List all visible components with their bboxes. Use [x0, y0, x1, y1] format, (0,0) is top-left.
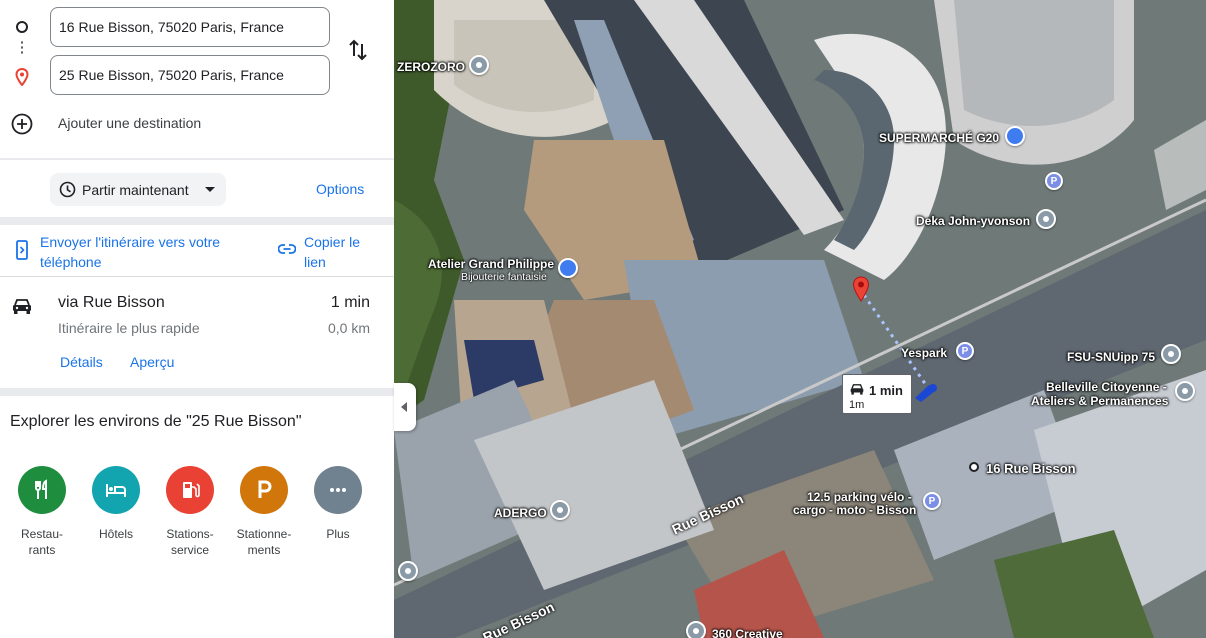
- destination-marker-icon[interactable]: [852, 276, 870, 302]
- more-icon: [314, 466, 362, 514]
- route-duration-badge[interactable]: 1 min 1m: [842, 374, 912, 414]
- destination-input[interactable]: [50, 55, 330, 95]
- add-circle-icon: [11, 113, 33, 135]
- car-icon: [13, 299, 31, 314]
- swap-vertical-icon[interactable]: [344, 36, 372, 64]
- origin-marker-icon[interactable]: [969, 462, 979, 472]
- poi-marker-icon[interactable]: [686, 621, 706, 638]
- chevron-down-icon: [205, 187, 215, 192]
- clock-icon: [59, 181, 76, 198]
- poi-marker-icon[interactable]: [1175, 381, 1195, 401]
- origin-input[interactable]: [50, 7, 330, 47]
- route-duration: 1 min: [330, 294, 370, 311]
- link-icon: [278, 244, 296, 254]
- poi-marker-icon[interactable]: [1161, 344, 1181, 364]
- category-hotels-button[interactable]: Hôtels: [80, 466, 152, 542]
- divider: [0, 276, 394, 277]
- category-gas-stations-button[interactable]: Stations- service: [154, 466, 226, 558]
- poi-marker-icon[interactable]: [469, 55, 489, 75]
- poi-label[interactable]: FSU-SNUipp 75: [1067, 350, 1155, 364]
- category-parking-button[interactable]: Stationne- ments: [228, 466, 300, 558]
- badge-duration: 1 min: [869, 383, 903, 398]
- poi-label[interactable]: Deka John-yvonson: [916, 214, 1030, 228]
- parking-marker-icon[interactable]: P: [956, 342, 974, 360]
- directions-panel: Ajouter une destination Partir maintenan…: [0, 0, 394, 638]
- add-destination-label: Ajouter une destination: [58, 115, 202, 131]
- poi-marker-icon[interactable]: [550, 500, 570, 520]
- car-icon: [850, 384, 864, 395]
- poi-label[interactable]: Belleville Citoyenne -: [1046, 380, 1167, 394]
- shopping-cart-icon[interactable]: [1005, 126, 1025, 146]
- copy-link-button[interactable]: Copier le lien: [304, 232, 384, 272]
- category-label: Stationne- ments: [236, 527, 292, 557]
- depart-label: Partir maintenant: [82, 182, 189, 198]
- poi-marker-icon[interactable]: [1036, 209, 1056, 229]
- poi-sublabel: Bijouterie fantaisie: [461, 271, 547, 283]
- poi-label[interactable]: 12.5 parking vélo -: [807, 490, 912, 504]
- explore-title: Explorer les environs de "25 Rue Bisson": [10, 413, 302, 430]
- car-position-icon: [915, 384, 937, 402]
- parking-marker-icon[interactable]: P: [1045, 172, 1063, 190]
- parking-marker-icon[interactable]: P: [923, 492, 941, 510]
- category-label: Restau- rants: [20, 527, 64, 557]
- category-label: Plus: [326, 527, 350, 541]
- route-dots-icon: [21, 40, 23, 56]
- badge-distance: 1m: [849, 399, 865, 411]
- divider: [0, 158, 394, 160]
- details-button[interactable]: Détails: [60, 354, 103, 370]
- divider: [0, 217, 394, 225]
- shopping-bag-icon[interactable]: [558, 258, 578, 278]
- collapse-panel-button[interactable]: [394, 383, 416, 431]
- chevron-left-icon: [401, 402, 407, 412]
- options-button[interactable]: Options: [316, 181, 364, 197]
- destination-pin-icon: [15, 68, 29, 86]
- poi-marker-icon[interactable]: [398, 561, 418, 581]
- restaurant-icon: [18, 466, 66, 514]
- divider: [0, 388, 394, 396]
- gas-station-icon: [166, 466, 214, 514]
- poi-label[interactable]: ZEROZORO: [397, 60, 465, 74]
- route-distance: 0,0 km: [327, 320, 370, 336]
- category-label: Stations- service: [166, 527, 214, 557]
- parking-icon: [240, 466, 288, 514]
- poi-label[interactable]: Ateliers & Permanences: [1031, 394, 1168, 408]
- category-more-button[interactable]: Plus: [302, 466, 374, 542]
- poi-label[interactable]: 360 Creative: [712, 627, 783, 638]
- poi-label[interactable]: Yespark: [901, 346, 947, 360]
- satellite-map[interactable]: ZEROZORO SUPERMARCHÉ G20 P Deka John-yvo…: [394, 0, 1206, 638]
- poi-label[interactable]: SUPERMARCHÉ G20: [879, 131, 999, 145]
- add-destination-button[interactable]: Ajouter une destination: [0, 104, 394, 144]
- route-description: Itinéraire le plus rapide: [58, 320, 200, 336]
- poi-label[interactable]: cargo - moto - Bisson: [793, 503, 916, 517]
- origin-address-label[interactable]: 16 Rue Bisson: [986, 461, 1076, 476]
- category-restaurants-button[interactable]: Restau- rants: [6, 466, 78, 558]
- poi-label[interactable]: ADERGO: [494, 506, 547, 520]
- hotel-icon: [92, 466, 140, 514]
- send-to-phone-icon: [16, 240, 28, 260]
- category-label: Hôtels: [98, 527, 133, 541]
- satellite-imagery: [394, 0, 1206, 638]
- poi-label[interactable]: Atelier Grand Philippe: [428, 257, 554, 271]
- route-name: via Rue Bisson: [58, 294, 165, 311]
- send-to-phone-link[interactable]: Envoyer l'itinéraire vers votre téléphon…: [40, 232, 260, 272]
- preview-button[interactable]: Aperçu: [130, 354, 174, 370]
- origin-circle-icon: [16, 21, 28, 33]
- depart-time-dropdown[interactable]: Partir maintenant: [50, 173, 226, 206]
